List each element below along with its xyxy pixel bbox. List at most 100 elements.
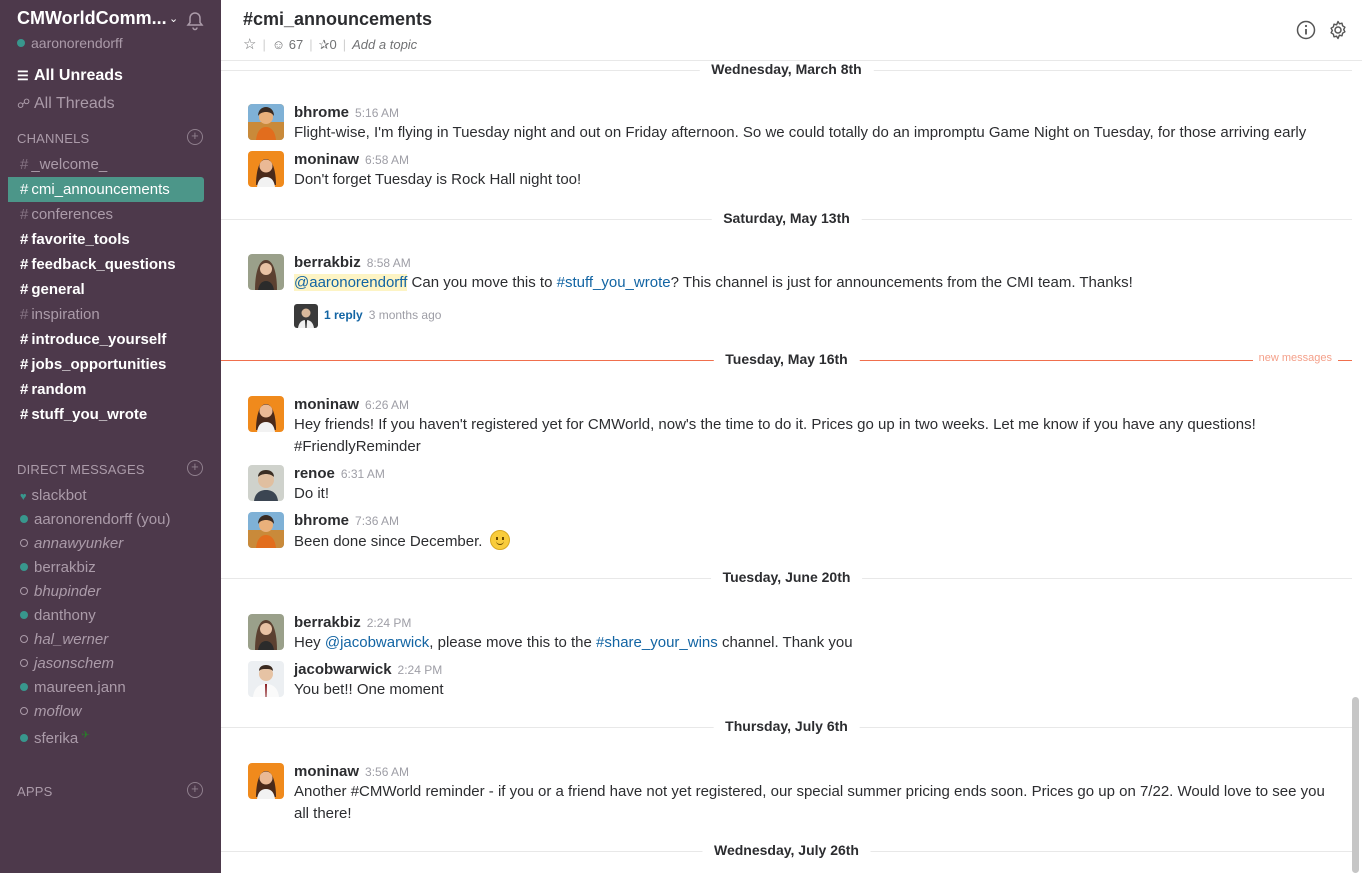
- sidebar-channel-general[interactable]: # general: [8, 277, 204, 302]
- avatar[interactable]: [248, 465, 284, 501]
- sidebar-channel-conferences[interactable]: # conferences: [8, 202, 204, 227]
- message[interactable]: berrakbiz 2:24 PM Hey @jacobwarwick, plea…: [221, 614, 1352, 658]
- avatar[interactable]: [248, 614, 284, 650]
- hash-icon: #: [20, 306, 29, 323]
- reply-count[interactable]: 1 reply: [324, 308, 363, 322]
- user-mention[interactable]: @aaronorendorff: [294, 274, 408, 291]
- members-icon[interactable]: ☺: [272, 37, 285, 52]
- message[interactable]: bhrome 5:16 AM Flight-wise, I'm flying in…: [221, 104, 1352, 148]
- avatar[interactable]: [248, 661, 284, 697]
- pin-count[interactable]: 0: [330, 37, 337, 52]
- message-time[interactable]: 6:31 AM: [341, 467, 385, 481]
- message-time[interactable]: 8:58 AM: [367, 256, 411, 270]
- message-author[interactable]: renoe: [294, 465, 335, 482]
- sidebar-channel-random[interactable]: # random: [8, 377, 204, 402]
- dm-item-danthony[interactable]: danthony: [8, 604, 204, 628]
- message-author[interactable]: moninaw: [294, 763, 359, 780]
- sidebar-channel-feedback-questions[interactable]: # feedback_questions: [8, 252, 204, 277]
- message[interactable]: jacobwarwick 2:24 PM You bet!! One moment: [221, 661, 1352, 705]
- scrollbar[interactable]: [1352, 697, 1359, 873]
- gear-icon[interactable]: [1328, 20, 1348, 40]
- avatar[interactable]: [248, 512, 284, 548]
- add-app-icon[interactable]: +: [187, 782, 203, 798]
- add-dm-icon[interactable]: +: [187, 460, 203, 476]
- dm-item-hal-werner[interactable]: hal_werner: [8, 628, 204, 652]
- dm-item-aaronorendorff[interactable]: aaronorendorff (you): [8, 508, 204, 532]
- message[interactable]: renoe 6:31 AM Do it!: [221, 465, 1352, 509]
- sidebar-channel-jobs-opportunities[interactable]: # jobs_opportunities: [8, 352, 204, 377]
- dm-item-maureen-jann[interactable]: maureen.jann: [8, 676, 204, 700]
- team-name[interactable]: CMWorldComm...: [17, 8, 167, 29]
- message-author[interactable]: bhrome: [294, 512, 349, 529]
- channel-title[interactable]: #cmi_announcements: [243, 9, 432, 30]
- current-user[interactable]: aaronorendorff: [17, 35, 123, 51]
- pin-icon[interactable]: ✰: [319, 37, 330, 52]
- message[interactable]: berrakbiz 8:58 AM @aaronorendorff Can you…: [221, 254, 1352, 334]
- message-body: Been done since December.: [294, 530, 1334, 553]
- message[interactable]: moninaw 6:58 AM Don't forget Tuesday is R…: [221, 151, 1352, 195]
- avatar[interactable]: [248, 396, 284, 432]
- add-topic-link[interactable]: Add a topic: [352, 37, 417, 52]
- chevron-down-icon[interactable]: ⌄: [169, 12, 178, 25]
- sidebar-channel-favorite-tools[interactable]: # favorite_tools: [8, 227, 204, 252]
- message-time[interactable]: 2:24 PM: [367, 616, 412, 630]
- status-emoji-icon: ✈: [81, 730, 90, 741]
- message-author[interactable]: bhrome: [294, 104, 349, 121]
- avatar[interactable]: [248, 763, 284, 799]
- avatar[interactable]: [248, 151, 284, 187]
- message-time[interactable]: 6:58 AM: [365, 153, 409, 167]
- message-body: Hey @jacobwarwick, please move this to t…: [294, 632, 1334, 654]
- message[interactable]: moninaw 3:56 AM Another #CMWorld reminder…: [221, 763, 1352, 829]
- message-time[interactable]: 3:56 AM: [365, 765, 409, 779]
- member-count[interactable]: 67: [289, 37, 303, 52]
- channels-heading[interactable]: CHANNELS +: [17, 129, 203, 146]
- reply-avatar: [294, 304, 318, 328]
- message[interactable]: moninaw 6:26 AM Hey friends! If you haven…: [221, 396, 1352, 462]
- message-pane[interactable]: Wednesday, March 8th bhrome 5:16 AM Fligh…: [221, 61, 1362, 873]
- all-threads-link[interactable]: ☍ All Threads: [17, 95, 115, 113]
- message-time[interactable]: 7:36 AM: [355, 514, 399, 528]
- message-time[interactable]: 2:24 PM: [398, 663, 443, 677]
- sidebar-channel-introduce-yourself[interactable]: # introduce_yourself: [8, 327, 204, 352]
- sidebar-channel-inspiration[interactable]: # inspiration: [8, 302, 204, 327]
- dm-heading[interactable]: DIRECT MESSAGES +: [17, 460, 203, 477]
- user-mention[interactable]: @jacobwarwick: [325, 634, 429, 651]
- dm-item-berrakbiz[interactable]: berrakbiz: [8, 556, 204, 580]
- message-time[interactable]: 6:26 AM: [365, 398, 409, 412]
- sidebar-channel-cmi-announcements[interactable]: # cmi_announcements: [8, 177, 204, 202]
- day-divider: Tuesday, June 20th: [221, 569, 1352, 589]
- presence-icon: [20, 707, 28, 715]
- channel-label: conferences: [31, 206, 114, 223]
- dm-item-jasonschem[interactable]: jasonschem: [8, 652, 204, 676]
- dm-item-moflow[interactable]: moflow: [8, 700, 204, 724]
- apps-heading[interactable]: APPS +: [17, 782, 203, 799]
- avatar[interactable]: [248, 254, 284, 290]
- channel-link[interactable]: #share_your_wins: [596, 634, 718, 651]
- hash-icon: #: [20, 156, 29, 173]
- sidebar-channel-stuff-you-wrote[interactable]: # stuff_you_wrote: [8, 402, 204, 427]
- bell-icon[interactable]: [186, 11, 204, 31]
- star-icon[interactable]: ☆: [243, 36, 256, 53]
- dm-item-slackbot[interactable]: ♥ slackbot: [8, 484, 204, 508]
- message[interactable]: bhrome 7:36 AM Been done since December.: [221, 512, 1352, 556]
- message-author[interactable]: moninaw: [294, 151, 359, 168]
- message-author[interactable]: berrakbiz: [294, 614, 361, 631]
- avatar[interactable]: [248, 104, 284, 140]
- hash-icon: #: [20, 206, 29, 223]
- dm-item-sferika[interactable]: sferika ✈: [8, 724, 204, 748]
- message-text: ? This channel is just for announcements…: [670, 274, 1133, 291]
- message-time[interactable]: 5:16 AM: [355, 106, 399, 120]
- unreads-icon: ☰: [17, 68, 29, 83]
- dm-item-bhupinder[interactable]: bhupinder: [8, 580, 204, 604]
- all-unreads-link[interactable]: ☰ All Unreads: [17, 67, 123, 85]
- message-author[interactable]: berrakbiz: [294, 254, 361, 271]
- dm-item-annawyunker[interactable]: annawyunker: [8, 532, 204, 556]
- message-author[interactable]: jacobwarwick: [294, 661, 392, 678]
- message-author[interactable]: moninaw: [294, 396, 359, 413]
- info-icon[interactable]: [1296, 20, 1316, 40]
- sidebar-channel-welcome[interactable]: # _welcome_: [8, 152, 204, 177]
- team-switcher[interactable]: CMWorldComm... ⌄: [17, 8, 207, 31]
- add-channel-icon[interactable]: +: [187, 129, 203, 145]
- thread-summary[interactable]: 1 reply 3 months ago: [294, 304, 441, 328]
- channel-link[interactable]: #stuff_you_wrote: [557, 274, 671, 291]
